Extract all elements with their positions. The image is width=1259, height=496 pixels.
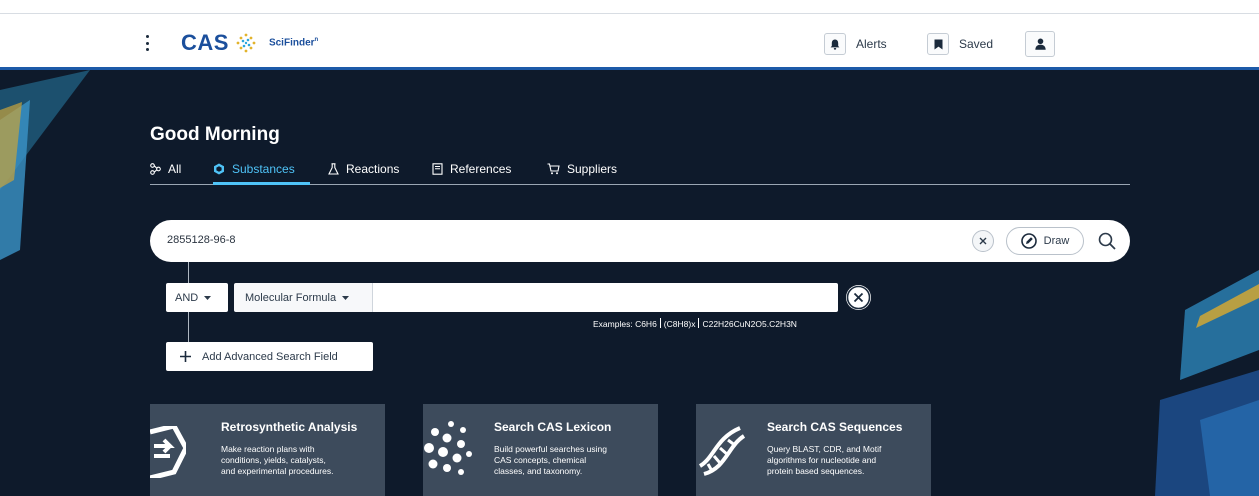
active-tab-indicator [213, 182, 310, 185]
example-item: C6H6 [635, 319, 657, 329]
greeting-title: Good Morning [150, 124, 280, 145]
card-retrosynthetic-analysis[interactable]: Retrosynthetic Analysis Make reaction pl… [150, 404, 385, 496]
draw-pen-icon [1020, 233, 1037, 249]
operator-label: AND [175, 291, 199, 304]
tab-all[interactable]: All [150, 162, 181, 176]
alerts-label: Alerts [856, 37, 887, 51]
add-advanced-search-field-button[interactable]: Add Advanced Search Field [166, 342, 373, 371]
flask-icon [328, 163, 339, 175]
saved-button[interactable]: Saved [927, 33, 993, 55]
card-search-cas-sequences[interactable]: Search CAS Sequences Query BLAST, CDR, a… [696, 404, 931, 496]
advanced-field-select[interactable]: Molecular Formula [234, 283, 373, 312]
tab-substances-label: Substances [232, 162, 295, 176]
tab-suppliers-label: Suppliers [567, 162, 618, 176]
search-type-tabs: All Substances Reactions References Supp… [150, 158, 1130, 185]
card-title: Search CAS Sequences [767, 420, 903, 434]
tab-all-label: All [168, 162, 182, 176]
dna-icon [698, 426, 746, 476]
search-icon [1098, 232, 1116, 250]
cas-logo-icon [236, 33, 256, 53]
plus-icon [180, 351, 191, 362]
logo-scifinder-text: SciFindern [268, 37, 319, 49]
substance-icon [214, 163, 224, 175]
card-description: Make reaction plans with conditions, yiel… [221, 444, 334, 476]
add-field-label: Add Advanced Search Field [202, 350, 338, 363]
user-icon [1025, 31, 1055, 57]
draw-label: Draw [1043, 235, 1070, 247]
bookmark-icon [927, 33, 949, 55]
main-search-bar[interactable]: 2855128-96-8 Draw [150, 220, 1130, 262]
card-description: Build powerful searches using CAS concept… [494, 444, 607, 476]
remove-field-button[interactable] [846, 285, 871, 310]
close-icon [979, 237, 987, 245]
card-description: Query BLAST, CDR, and Motif algorithms fo… [767, 444, 882, 476]
retrosynthesis-icon [150, 426, 186, 478]
examples-label: Examples: [593, 319, 633, 329]
tab-references-label: References [450, 162, 512, 176]
app-header: CAS SciFindern Alerts Saved [0, 14, 1259, 70]
tab-reactions[interactable]: Reactions [328, 162, 399, 176]
draw-structure-button[interactable]: Draw [1006, 227, 1084, 255]
kebab-menu-icon[interactable] [140, 33, 154, 53]
cas-scifinder-logo[interactable]: CAS SciFindern [181, 30, 318, 56]
hierarchy-icon [150, 163, 161, 175]
clear-search-button[interactable] [972, 230, 994, 252]
close-icon [846, 285, 871, 310]
card-search-cas-lexicon[interactable]: Search CAS Lexicon Build powerful search… [423, 404, 658, 496]
example-item: C22H26CuN2O5.C2H3N [702, 319, 797, 329]
field-label: Molecular Formula [245, 291, 337, 304]
cart-icon [547, 163, 560, 175]
tab-suppliers[interactable]: Suppliers [547, 162, 617, 176]
saved-label: Saved [959, 37, 994, 51]
caret-down-icon [204, 295, 212, 300]
molecular-formula-input[interactable] [373, 283, 838, 312]
lexicon-dots-icon [424, 421, 472, 475]
boolean-operator-select[interactable]: AND [166, 283, 228, 312]
logo-cas-text: CAS [181, 30, 229, 55]
search-button[interactable] [1096, 230, 1118, 252]
alerts-button[interactable]: Alerts [824, 33, 887, 55]
search-input[interactable]: 2855128-96-8 [167, 234, 236, 246]
card-title: Search CAS Lexicon [494, 420, 612, 434]
user-profile-button[interactable] [1025, 31, 1055, 57]
caret-down-icon [342, 295, 350, 300]
bell-icon [824, 33, 846, 55]
card-title: Retrosynthetic Analysis [221, 420, 358, 434]
document-icon [432, 163, 443, 175]
formula-examples: Examples: C6H6 (C8H8)x C22H26CuN2O5.C2H3N [593, 318, 797, 329]
tab-substances[interactable]: Substances [213, 162, 295, 176]
tab-reactions-label: Reactions [346, 162, 400, 176]
tab-references[interactable]: References [432, 162, 511, 176]
top-strip [0, 0, 1259, 14]
example-item: (C8H8)x [663, 319, 696, 329]
